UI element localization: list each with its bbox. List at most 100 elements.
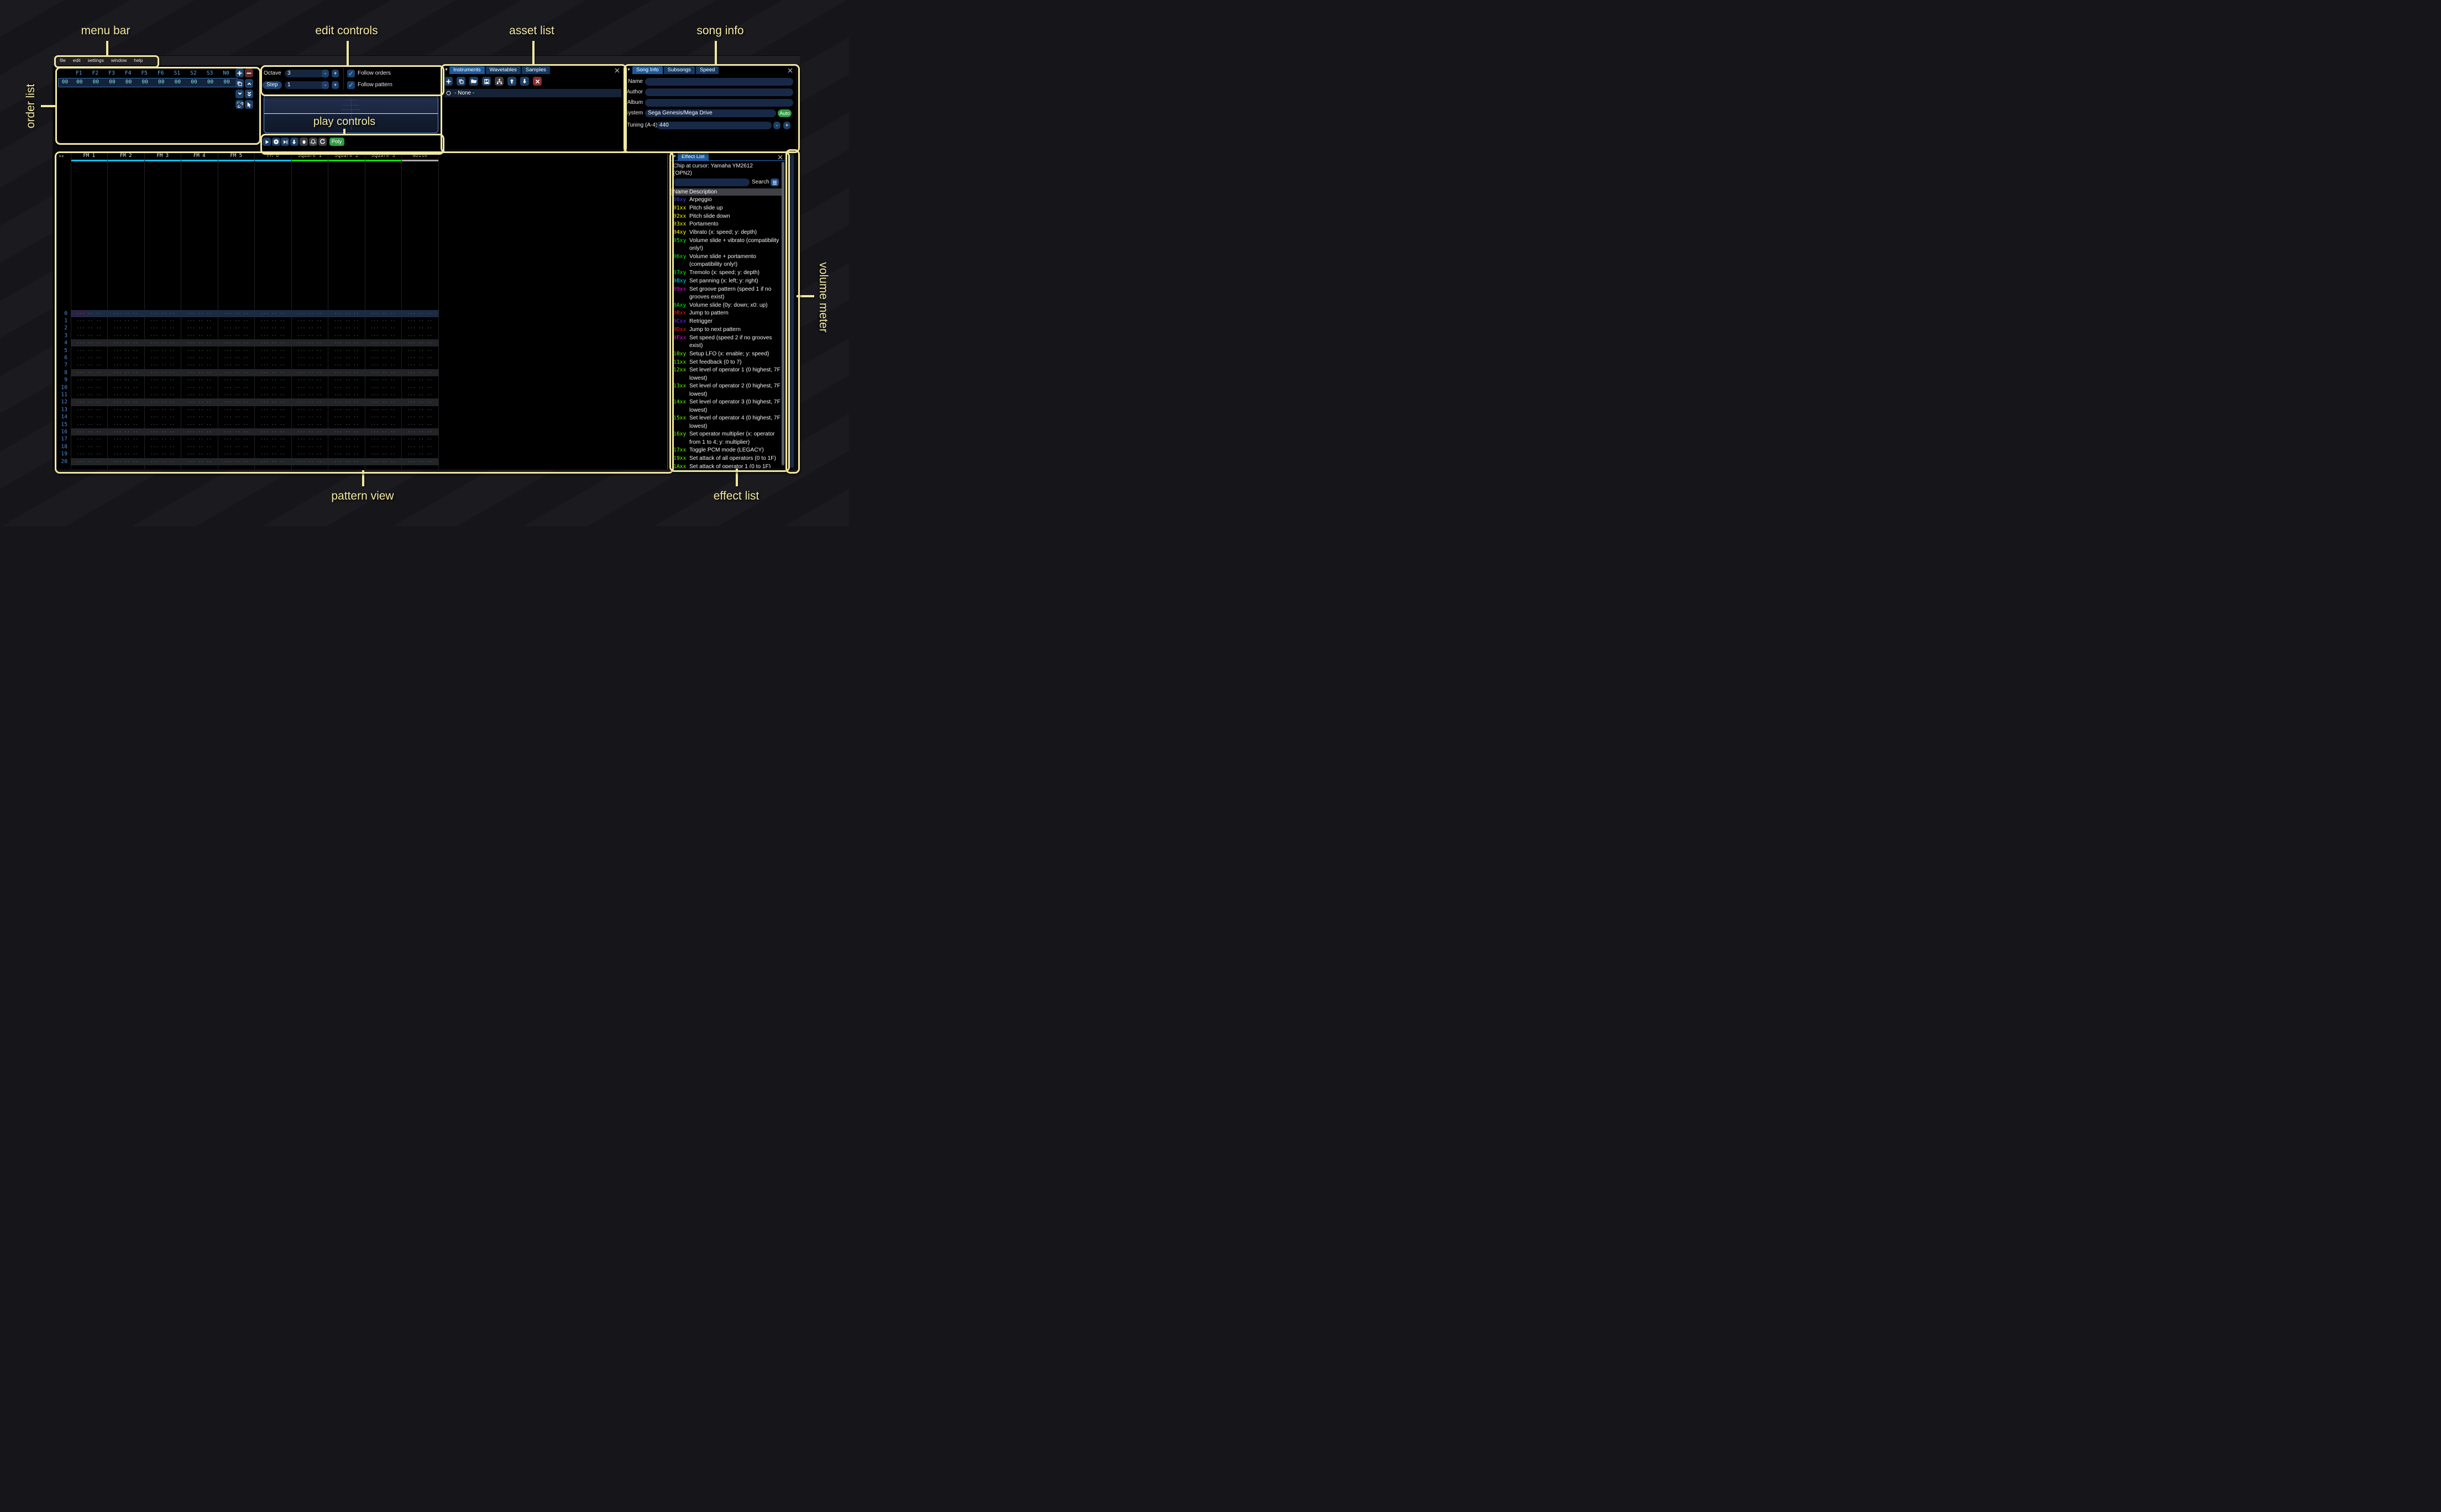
pattern-cell[interactable]: ··· ·· ·· ···· (365, 443, 402, 450)
author-input[interactable] (645, 88, 793, 96)
pattern-cell[interactable]: ··· ·· ·· ···· (218, 317, 255, 324)
menu-item-help[interactable]: help (134, 57, 143, 63)
channel-header-fm-4[interactable]: FM 4 (181, 153, 218, 159)
pattern-cell[interactable]: ··· ·· ·· ···· (291, 421, 328, 428)
pattern-cell[interactable]: ··· ·· ·· ···· (108, 450, 145, 458)
pattern-cell[interactable]: ··· ·· ·· ···· (365, 324, 402, 332)
pattern-cell[interactable]: ··· ·· ·· ···· (71, 406, 108, 413)
order-cell[interactable]: 00 (137, 78, 153, 87)
pattern-cell[interactable]: ··· ·· ·· ···· (71, 332, 108, 339)
menu-item-edit[interactable]: edit (73, 57, 81, 63)
effect-row[interactable]: 15xxSet level of operator 4 (0 highest, … (671, 414, 782, 430)
effect-row[interactable]: 07xyTremolo (x: speed; y: depth) (671, 269, 782, 277)
effect-row[interactable]: 13xxSet level of operator 2 (0 highest, … (671, 382, 782, 398)
pattern-cell[interactable]: ··· ·· ·· ···· (402, 450, 439, 458)
pattern-cell[interactable]: ··· ·· ·· ···· (402, 421, 439, 428)
pattern-cell[interactable]: ··· ·· ·· ···· (144, 369, 181, 376)
pattern-cell[interactable]: ··· ·· ·· ···· (328, 435, 365, 443)
effect-row[interactable]: 0FxxSet speed (speed 2 if no groovesexis… (671, 334, 782, 350)
pattern-cell[interactable]: ··· ·· ·· ···· (291, 443, 328, 450)
close-icon[interactable] (614, 67, 620, 74)
pattern-cell[interactable]: ··· ·· ·· ···· (144, 458, 181, 465)
pattern-cell[interactable]: ··· ·· ·· ···· (108, 369, 145, 376)
pattern-cell[interactable]: ··· ·· ·· ···· (108, 443, 145, 450)
pattern-cell[interactable]: ··· ·· ·· ···· (255, 458, 292, 465)
tab-song-speed[interactable]: Speed (696, 66, 719, 74)
pattern-cell[interactable]: ··· ·· ·· ···· (71, 450, 108, 458)
channel-header-noise[interactable]: Noise (402, 153, 439, 159)
pattern-cell[interactable]: ··· ·· ·· ···· (291, 428, 328, 435)
pattern-cell[interactable]: ··· ·· ·· ···· (108, 421, 145, 428)
step-plus-button[interactable]: + (332, 81, 339, 89)
pattern-cell[interactable]: ··· ·· ·· ···· (255, 443, 292, 450)
pattern-cell[interactable]: ··· ·· ·· ···· (328, 317, 365, 324)
pattern-cell[interactable]: ··· ·· ·· ···· (218, 310, 255, 317)
pattern-cell[interactable]: ··· ·· ·· ···· (181, 324, 218, 332)
pattern-cell[interactable]: ··· ·· ·· ···· (108, 354, 145, 361)
pattern-cell[interactable]: ··· ·· ·· ···· (181, 376, 218, 384)
pattern-cell[interactable]: ··· ·· ·· ···· (402, 443, 439, 450)
effect-list-tab[interactable]: Effect List (678, 153, 709, 160)
pattern-cell[interactable]: ··· ·· ·· ···· (328, 347, 365, 354)
pattern-cell[interactable]: ··· ·· ·· ···· (291, 384, 328, 391)
pattern-cell[interactable]: ··· ·· ·· ···· (291, 369, 328, 376)
pattern-cell[interactable]: ··· ·· ·· ···· (181, 413, 218, 421)
pattern-cell[interactable]: ··· ·· ·· ···· (365, 413, 402, 421)
channel-header-square-3[interactable]: Square 3 (365, 153, 402, 159)
pattern-cell[interactable]: ··· ·· ·· ···· (255, 435, 292, 443)
order-cell[interactable]: 00 (153, 78, 170, 87)
pattern-cell[interactable]: ··· ·· ·· ···· (255, 406, 292, 413)
pattern-cell[interactable]: ··· ·· ·· ···· (328, 369, 365, 376)
pattern-cell[interactable]: ··· ·· ·· ···· (108, 398, 145, 406)
pattern-cell[interactable]: ··· ·· ·· ···· (328, 406, 365, 413)
asset-tree-button[interactable] (495, 77, 504, 86)
effect-row[interactable]: 1AxxSet attack of operator 1 (0 to 1F) (671, 463, 782, 468)
pattern-cell[interactable]: ··· ·· ·· ···· (328, 376, 365, 384)
order-row[interactable]: 0000000000000000000000 (58, 78, 238, 87)
pattern-cell[interactable]: ··· ·· ·· ···· (291, 435, 328, 443)
metronome-button[interactable] (309, 138, 317, 146)
channel-header-fm-1[interactable]: FM 1 (71, 153, 108, 159)
order-remove-button[interactable] (245, 69, 253, 77)
pattern-cell[interactable]: ··· ·· ·· ···· (365, 391, 402, 398)
pattern-cell[interactable]: ··· ·· ·· ···· (255, 376, 292, 384)
pattern-cell[interactable]: ··· ·· ·· ···· (181, 435, 218, 443)
pattern-cell[interactable]: ··· ·· ·· ···· (328, 413, 365, 421)
tuning-minus-button[interactable]: - (773, 122, 781, 129)
splitter[interactable] (667, 153, 668, 469)
pattern-cell[interactable]: ··· ·· ·· ···· (181, 332, 218, 339)
pattern-cell[interactable]: ··· ·· ·· ···· (71, 413, 108, 421)
pattern-cell[interactable]: ··· ·· ·· ···· (255, 398, 292, 406)
pattern-cell[interactable]: ··· ·· ·· ···· (144, 406, 181, 413)
pattern-cell[interactable]: ··· ·· ·· ···· (218, 398, 255, 406)
pattern-cell[interactable]: ··· ·· ·· ···· (402, 384, 439, 391)
pattern-cell[interactable]: ··· ·· ·· ···· (365, 339, 402, 347)
pattern-cell[interactable]: ··· ·· ·· ···· (291, 406, 328, 413)
pattern-cell[interactable]: ··· ·· ·· ···· (218, 413, 255, 421)
pattern-cell[interactable]: ··· ·· ·· ···· (255, 369, 292, 376)
pattern-cell[interactable]: ··· ·· ·· ···· (255, 384, 292, 391)
pattern-cell[interactable]: ··· ·· ·· ···· (181, 347, 218, 354)
pattern-cell[interactable]: ··· ·· ·· ···· (108, 339, 145, 347)
pattern-cell[interactable]: ··· ·· ·· ···· (365, 347, 402, 354)
tab-asset-samples[interactable]: Samples (522, 66, 550, 74)
pattern-cell[interactable]: ··· ·· ·· ···· (71, 435, 108, 443)
pattern-cell[interactable]: ··· ·· ·· ···· (255, 361, 292, 369)
effect-row[interactable]: 06xyVolume slide + portamento(compatibil… (671, 253, 782, 269)
order-add-button[interactable] (235, 69, 244, 77)
pattern-cell[interactable]: ··· ·· ·· ···· (218, 332, 255, 339)
menu-item-settings[interactable]: settings (88, 57, 104, 63)
pattern-cell[interactable]: ··· ·· ·· ···· (108, 391, 145, 398)
pattern-cell[interactable]: ··· ·· ·· ···· (218, 406, 255, 413)
pattern-cell[interactable]: ··· ·· ·· ···· (328, 391, 365, 398)
pattern-cell[interactable]: ··· ·· ·· ···· (365, 361, 402, 369)
pattern-cell[interactable]: ··· ·· ·· ···· (328, 458, 365, 465)
pattern-cell[interactable]: ··· ·· ·· ···· (328, 384, 365, 391)
pattern-cell[interactable]: ··· ·· ·· ···· (402, 354, 439, 361)
pattern-cell[interactable]: ··· ·· ·· ···· (144, 384, 181, 391)
asset-open-button[interactable] (469, 77, 478, 86)
pattern-cell[interactable]: ··· ·· ·· ···· (108, 324, 145, 332)
pattern-cell[interactable]: ··· ·· ·· ···· (181, 406, 218, 413)
tuning-plus-button[interactable]: + (783, 122, 790, 129)
pattern-cell[interactable]: ··· ·· ·· ···· (181, 443, 218, 450)
